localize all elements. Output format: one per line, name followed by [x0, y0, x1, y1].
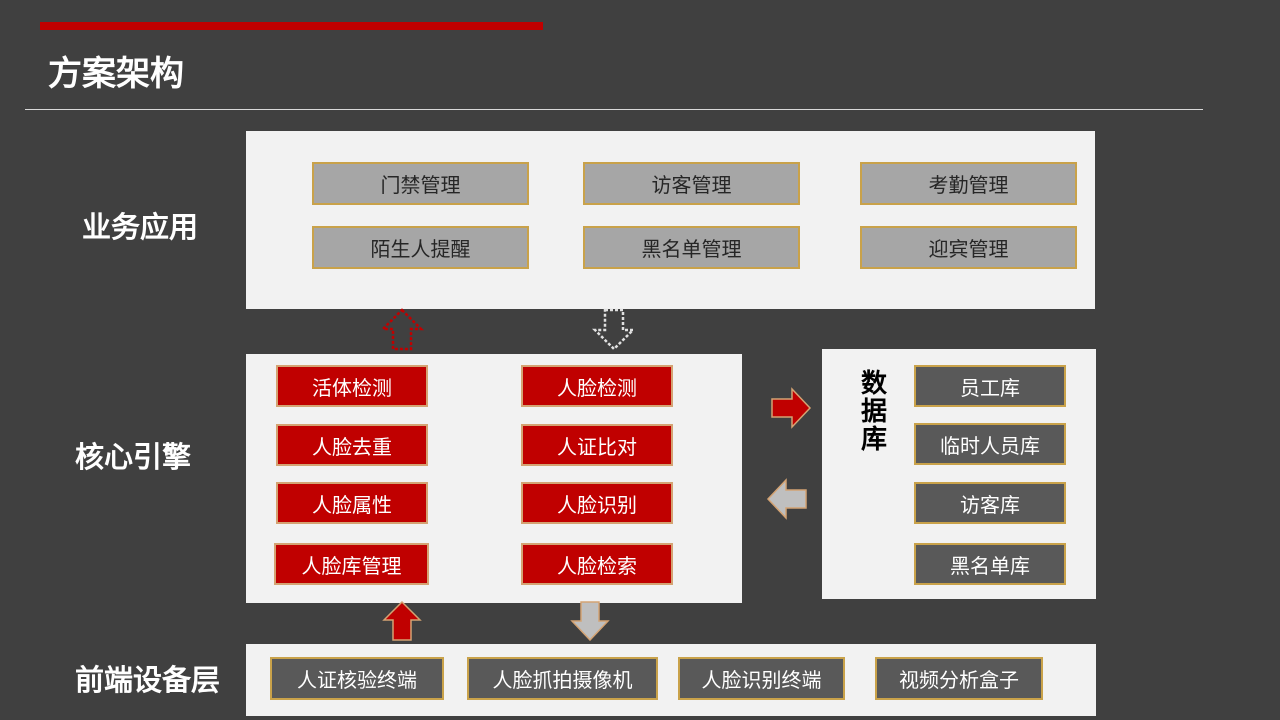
app-visitor-management: 访客管理 — [583, 162, 800, 205]
app-stranger-alert: 陌生人提醒 — [312, 226, 529, 269]
layer-label-core: 核心引擎 — [75, 440, 192, 474]
core-face-search: 人脸检索 — [521, 543, 673, 585]
core-liveness-detection: 活体检测 — [276, 365, 428, 407]
db-temporary-staff-library: 临时人员库 — [914, 423, 1066, 465]
device-face-recognition-terminal: 人脸识别终端 — [678, 657, 845, 700]
dotted-up-arrow-icon — [380, 308, 424, 352]
right-arrow-icon — [770, 387, 812, 429]
business-app-panel — [246, 131, 1095, 309]
device-video-analysis-box: 视频分析盒子 — [875, 657, 1043, 700]
left-arrow-icon — [766, 478, 808, 520]
db-visitor-library: 访客库 — [914, 482, 1066, 524]
core-face-detection: 人脸检测 — [521, 365, 673, 407]
app-access-control: 门禁管理 — [312, 162, 529, 205]
app-attendance-management: 考勤管理 — [860, 162, 1077, 205]
app-blacklist-management: 黑名单管理 — [583, 226, 800, 269]
header-divider — [25, 109, 1203, 110]
db-blacklist-library: 黑名单库 — [914, 543, 1066, 585]
core-face-attributes: 人脸属性 — [276, 482, 428, 524]
core-face-recognition: 人脸识别 — [521, 482, 673, 524]
page-title: 方案架构 — [48, 54, 184, 94]
database-title: 数据库 — [860, 369, 887, 455]
layer-label-business: 业务应用 — [82, 210, 199, 244]
core-face-dedup: 人脸去重 — [276, 424, 428, 466]
dotted-down-arrow-icon — [592, 308, 636, 352]
app-welcome-management: 迎宾管理 — [860, 226, 1077, 269]
title-accent-bar — [40, 22, 543, 30]
device-face-capture-camera: 人脸抓拍摄像机 — [467, 657, 658, 700]
core-id-face-compare: 人证比对 — [521, 424, 673, 466]
up-arrow-icon — [382, 601, 422, 641]
db-employee-library: 员工库 — [914, 365, 1066, 407]
core-face-library-management: 人脸库管理 — [274, 543, 429, 585]
device-id-verification-terminal: 人证核验终端 — [270, 657, 444, 700]
down-arrow-icon — [570, 601, 610, 641]
layer-label-frontend: 前端设备层 — [75, 663, 221, 697]
